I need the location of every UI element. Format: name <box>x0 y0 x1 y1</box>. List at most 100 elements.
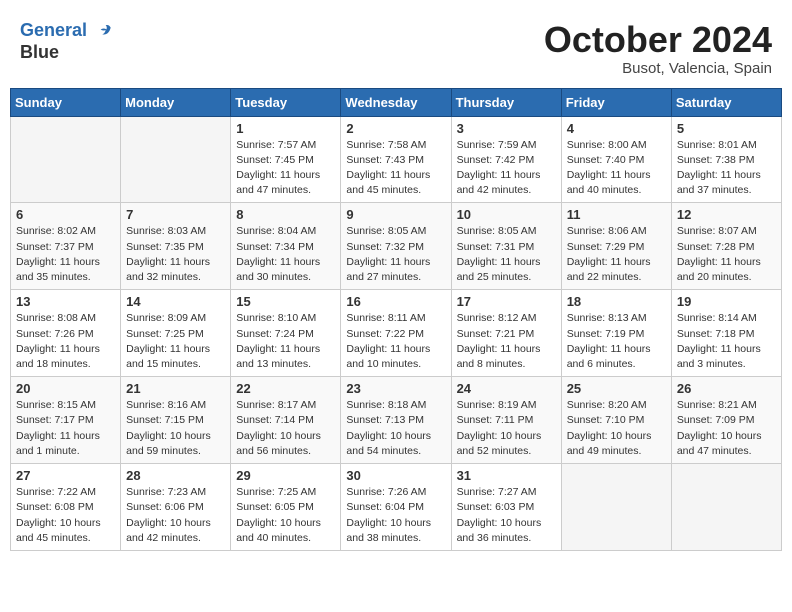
day-info: Sunrise: 8:09 AM Sunset: 7:25 PM Dayligh… <box>126 311 225 372</box>
day-cell: 27 Sunrise: 7:22 AM Sunset: 6:08 PM Dayli… <box>11 464 121 551</box>
day-cell: 30 Sunrise: 7:26 AM Sunset: 6:04 PM Dayli… <box>341 464 451 551</box>
day-cell: 11Sunrise: 8:06 AM Sunset: 7:29 PM Dayli… <box>561 203 671 290</box>
week-row-2: 6 Sunrise: 8:02 AM Sunset: 7:37 PM Daylig… <box>11 203 782 290</box>
day-number: 22 <box>236 381 335 396</box>
day-number: 9 <box>346 207 445 222</box>
day-number: 27 <box>16 468 115 483</box>
location: Busot, Valencia, Spain <box>544 60 772 77</box>
day-cell: 2Sunrise: 7:58 AM Sunset: 7:43 PM Daylig… <box>341 116 451 203</box>
day-cell: 6 Sunrise: 8:02 AM Sunset: 7:37 PM Daylig… <box>11 203 121 290</box>
weekday-header-tuesday: Tuesday <box>231 88 341 116</box>
day-number: 16 <box>346 294 445 309</box>
day-info: Sunrise: 7:58 AM Sunset: 7:43 PM Dayligh… <box>346 138 445 199</box>
day-info: Sunrise: 7:25 AM Sunset: 6:05 PM Dayligh… <box>236 485 335 546</box>
day-info: Sunrise: 8:17 AM Sunset: 7:14 PM Dayligh… <box>236 398 335 459</box>
day-info: Sunrise: 8:00 AM Sunset: 7:40 PM Dayligh… <box>567 138 666 199</box>
day-number: 29 <box>236 468 335 483</box>
day-cell: 19Sunrise: 8:14 AM Sunset: 7:18 PM Dayli… <box>671 290 781 377</box>
day-info: Sunrise: 8:20 AM Sunset: 7:10 PM Dayligh… <box>567 398 666 459</box>
day-number: 12 <box>677 207 776 222</box>
day-number: 4 <box>567 121 666 136</box>
title-block: October 2024 Busot, Valencia, Spain <box>544 20 772 77</box>
day-info: Sunrise: 8:08 AM Sunset: 7:26 PM Dayligh… <box>16 311 115 372</box>
calendar-table: SundayMondayTuesdayWednesdayThursdayFrid… <box>10 88 782 551</box>
logo-text: General <box>20 20 114 42</box>
day-cell: 4 Sunrise: 8:00 AM Sunset: 7:40 PM Daylig… <box>561 116 671 203</box>
logo: General Blue <box>20 20 114 63</box>
day-cell: 20 Sunrise: 8:15 AM Sunset: 7:17 PM Dayli… <box>11 377 121 464</box>
month-title: October 2024 <box>544 20 772 60</box>
day-info: Sunrise: 8:05 AM Sunset: 7:32 PM Dayligh… <box>346 224 445 285</box>
day-info: Sunrise: 8:21 AM Sunset: 7:09 PM Dayligh… <box>677 398 776 459</box>
day-number: 24 <box>457 381 556 396</box>
day-info: Sunrise: 7:22 AM Sunset: 6:08 PM Dayligh… <box>16 485 115 546</box>
day-cell <box>561 464 671 551</box>
logo-bird-icon <box>94 21 114 41</box>
day-number: 6 <box>16 207 115 222</box>
day-number: 20 <box>16 381 115 396</box>
day-cell: 10Sunrise: 8:05 AM Sunset: 7:31 PM Dayli… <box>451 203 561 290</box>
weekday-header-monday: Monday <box>121 88 231 116</box>
day-cell: 13 Sunrise: 8:08 AM Sunset: 7:26 PM Dayli… <box>11 290 121 377</box>
day-cell: 24 Sunrise: 8:19 AM Sunset: 7:11 PM Dayli… <box>451 377 561 464</box>
day-cell: 14 Sunrise: 8:09 AM Sunset: 7:25 PM Dayli… <box>121 290 231 377</box>
day-info: Sunrise: 8:13 AM Sunset: 7:19 PM Dayligh… <box>567 311 666 372</box>
day-cell: 7 Sunrise: 8:03 AM Sunset: 7:35 PM Daylig… <box>121 203 231 290</box>
day-info: Sunrise: 8:15 AM Sunset: 7:17 PM Dayligh… <box>16 398 115 459</box>
weekday-header-wednesday: Wednesday <box>341 88 451 116</box>
day-cell: 22 Sunrise: 8:17 AM Sunset: 7:14 PM Dayli… <box>231 377 341 464</box>
day-cell: 8Sunrise: 8:04 AM Sunset: 7:34 PM Daylig… <box>231 203 341 290</box>
day-info: Sunrise: 8:06 AM Sunset: 7:29 PM Dayligh… <box>567 224 666 285</box>
week-row-4: 20 Sunrise: 8:15 AM Sunset: 7:17 PM Dayli… <box>11 377 782 464</box>
day-cell: 17 Sunrise: 8:12 AM Sunset: 7:21 PM Dayli… <box>451 290 561 377</box>
day-info: Sunrise: 7:23 AM Sunset: 6:06 PM Dayligh… <box>126 485 225 546</box>
day-cell: 21 Sunrise: 8:16 AM Sunset: 7:15 PM Dayli… <box>121 377 231 464</box>
day-info: Sunrise: 8:10 AM Sunset: 7:24 PM Dayligh… <box>236 311 335 372</box>
day-info: Sunrise: 8:12 AM Sunset: 7:21 PM Dayligh… <box>457 311 556 372</box>
day-info: Sunrise: 7:27 AM Sunset: 6:03 PM Dayligh… <box>457 485 556 546</box>
day-info: Sunrise: 7:57 AM Sunset: 7:45 PM Dayligh… <box>236 138 335 199</box>
day-info: Sunrise: 7:26 AM Sunset: 6:04 PM Dayligh… <box>346 485 445 546</box>
day-number: 28 <box>126 468 225 483</box>
day-number: 13 <box>16 294 115 309</box>
day-number: 18 <box>567 294 666 309</box>
day-info: Sunrise: 8:02 AM Sunset: 7:37 PM Dayligh… <box>16 224 115 285</box>
day-cell: 3 Sunrise: 7:59 AM Sunset: 7:42 PM Daylig… <box>451 116 561 203</box>
calendar-body: 1 Sunrise: 7:57 AM Sunset: 7:45 PM Daylig… <box>11 116 782 550</box>
day-cell: 12 Sunrise: 8:07 AM Sunset: 7:28 PM Dayli… <box>671 203 781 290</box>
day-number: 14 <box>126 294 225 309</box>
day-info: Sunrise: 8:07 AM Sunset: 7:28 PM Dayligh… <box>677 224 776 285</box>
day-number: 23 <box>346 381 445 396</box>
day-number: 25 <box>567 381 666 396</box>
day-cell: 25 Sunrise: 8:20 AM Sunset: 7:10 PM Dayli… <box>561 377 671 464</box>
day-number: 17 <box>457 294 556 309</box>
day-number: 19 <box>677 294 776 309</box>
day-number: 3 <box>457 121 556 136</box>
day-cell: 16 Sunrise: 8:11 AM Sunset: 7:22 PM Dayli… <box>341 290 451 377</box>
day-cell: 26 Sunrise: 8:21 AM Sunset: 7:09 PM Dayli… <box>671 377 781 464</box>
weekday-header-friday: Friday <box>561 88 671 116</box>
day-cell: 31Sunrise: 7:27 AM Sunset: 6:03 PM Dayli… <box>451 464 561 551</box>
day-number: 26 <box>677 381 776 396</box>
weekday-header-thursday: Thursday <box>451 88 561 116</box>
day-number: 21 <box>126 381 225 396</box>
day-number: 1 <box>236 121 335 136</box>
day-info: Sunrise: 8:16 AM Sunset: 7:15 PM Dayligh… <box>126 398 225 459</box>
day-number: 7 <box>126 207 225 222</box>
day-cell: 15Sunrise: 8:10 AM Sunset: 7:24 PM Dayli… <box>231 290 341 377</box>
day-number: 30 <box>346 468 445 483</box>
weekday-header-saturday: Saturday <box>671 88 781 116</box>
week-row-3: 13 Sunrise: 8:08 AM Sunset: 7:26 PM Dayli… <box>11 290 782 377</box>
day-info: Sunrise: 8:18 AM Sunset: 7:13 PM Dayligh… <box>346 398 445 459</box>
day-info: Sunrise: 7:59 AM Sunset: 7:42 PM Dayligh… <box>457 138 556 199</box>
day-cell <box>11 116 121 203</box>
week-row-5: 27 Sunrise: 7:22 AM Sunset: 6:08 PM Dayli… <box>11 464 782 551</box>
weekday-header-row: SundayMondayTuesdayWednesdayThursdayFrid… <box>11 88 782 116</box>
day-cell: 29 Sunrise: 7:25 AM Sunset: 6:05 PM Dayli… <box>231 464 341 551</box>
day-info: Sunrise: 8:19 AM Sunset: 7:11 PM Dayligh… <box>457 398 556 459</box>
day-cell: 9 Sunrise: 8:05 AM Sunset: 7:32 PM Daylig… <box>341 203 451 290</box>
day-info: Sunrise: 8:03 AM Sunset: 7:35 PM Dayligh… <box>126 224 225 285</box>
day-info: Sunrise: 8:11 AM Sunset: 7:22 PM Dayligh… <box>346 311 445 372</box>
day-cell <box>671 464 781 551</box>
day-number: 5 <box>677 121 776 136</box>
